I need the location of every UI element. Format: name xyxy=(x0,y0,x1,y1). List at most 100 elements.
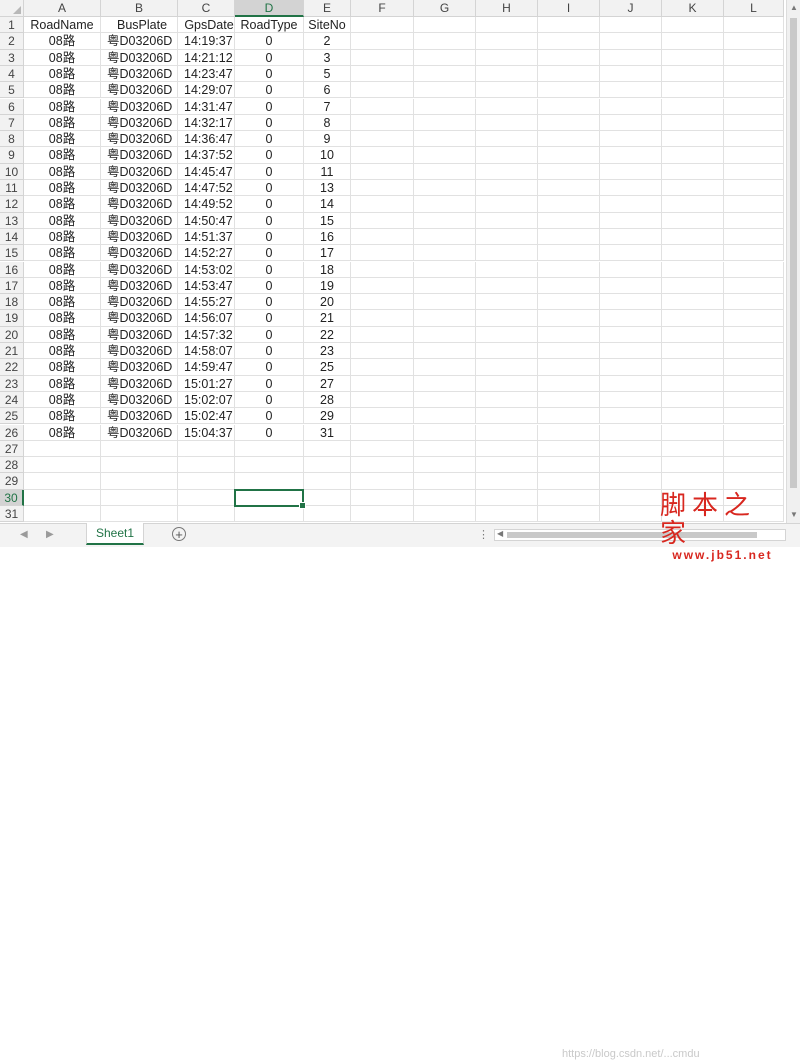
cell-j29[interactable] xyxy=(600,473,662,490)
cell-k26[interactable] xyxy=(662,424,724,441)
cell-a21[interactable]: 08路 xyxy=(24,343,101,360)
cell-g8[interactable] xyxy=(414,131,476,148)
cell-b8[interactable]: 粤D03206D xyxy=(101,131,178,148)
cell-b3[interactable]: 粤D03206D xyxy=(101,49,178,66)
column-header-k[interactable]: K xyxy=(662,0,724,17)
cell-c25[interactable]: 15:02:47 xyxy=(178,408,235,425)
cell-b9[interactable]: 粤D03206D xyxy=(101,147,178,164)
cell-g7[interactable] xyxy=(414,114,476,132)
cell-d27[interactable] xyxy=(235,440,304,458)
row-header-20[interactable]: 20 xyxy=(0,326,24,343)
cell-l14[interactable] xyxy=(724,228,784,246)
cell-k13[interactable] xyxy=(662,212,724,229)
cell-h6[interactable] xyxy=(476,98,538,115)
cell-j31[interactable] xyxy=(600,506,662,523)
header-cell-siteno[interactable]: SiteNo xyxy=(304,17,351,34)
cell-g23[interactable] xyxy=(414,375,476,392)
cell-i5[interactable] xyxy=(538,82,600,99)
cell-l30[interactable] xyxy=(724,489,784,506)
column-header-j[interactable]: J xyxy=(600,0,662,17)
cell-g30[interactable] xyxy=(414,489,476,506)
cell-c19[interactable]: 14:56:07 xyxy=(178,310,235,327)
cell-j25[interactable] xyxy=(600,408,662,425)
cell-j14[interactable] xyxy=(600,228,662,246)
cell-i30[interactable] xyxy=(538,489,600,506)
cell-l12[interactable] xyxy=(724,196,784,213)
cell-i12[interactable] xyxy=(538,196,600,213)
cell-f26[interactable] xyxy=(351,424,414,441)
cell-h25[interactable] xyxy=(476,408,538,425)
cell-a22[interactable]: 08路 xyxy=(24,359,101,376)
row-header-12[interactable]: 12 xyxy=(0,196,24,213)
cell-d12[interactable]: 0 xyxy=(235,196,304,213)
column-header-l[interactable]: L xyxy=(724,0,784,17)
cell-h31[interactable] xyxy=(476,506,538,523)
cell-f5[interactable] xyxy=(351,82,414,99)
cell-a8[interactable]: 08路 xyxy=(24,131,101,148)
cell-d22[interactable]: 0 xyxy=(235,359,304,376)
column-header-b[interactable]: B xyxy=(101,0,178,17)
cell-f1[interactable] xyxy=(351,17,414,34)
cell-g27[interactable] xyxy=(414,440,476,458)
cell-j20[interactable] xyxy=(600,326,662,343)
cell-g21[interactable] xyxy=(414,343,476,360)
cell-j4[interactable] xyxy=(600,65,662,83)
cell-a26[interactable]: 08路 xyxy=(24,424,101,441)
cell-i29[interactable] xyxy=(538,473,600,490)
cell-e13[interactable]: 15 xyxy=(304,212,351,229)
cell-d28[interactable] xyxy=(235,457,304,474)
cell-j10[interactable] xyxy=(600,163,662,180)
row-header-24[interactable]: 24 xyxy=(0,391,24,409)
cell-k7[interactable] xyxy=(662,114,724,132)
cell-h14[interactable] xyxy=(476,228,538,246)
cell-l5[interactable] xyxy=(724,82,784,99)
cell-k23[interactable] xyxy=(662,375,724,392)
cell-k10[interactable] xyxy=(662,163,724,180)
cell-h20[interactable] xyxy=(476,326,538,343)
cell-b22[interactable]: 粤D03206D xyxy=(101,359,178,376)
column-header-d[interactable]: D xyxy=(235,0,304,17)
row-header-1[interactable]: 1 xyxy=(0,17,24,34)
cell-i6[interactable] xyxy=(538,98,600,115)
cell-j2[interactable] xyxy=(600,33,662,50)
cell-k31[interactable] xyxy=(662,506,724,523)
cell-j9[interactable] xyxy=(600,147,662,164)
cell-c5[interactable]: 14:29:07 xyxy=(178,82,235,99)
cell-l17[interactable] xyxy=(724,277,784,295)
cell-j24[interactable] xyxy=(600,391,662,409)
cell-i9[interactable] xyxy=(538,147,600,164)
row-header-22[interactable]: 22 xyxy=(0,359,24,376)
cell-h21[interactable] xyxy=(476,343,538,360)
cell-j17[interactable] xyxy=(600,277,662,295)
cell-d18[interactable]: 0 xyxy=(235,294,304,311)
cell-l24[interactable] xyxy=(724,391,784,409)
cell-d5[interactable]: 0 xyxy=(235,82,304,99)
cell-g25[interactable] xyxy=(414,408,476,425)
cell-d2[interactable]: 0 xyxy=(235,33,304,50)
cell-c21[interactable]: 14:58:07 xyxy=(178,343,235,360)
row-header-14[interactable]: 14 xyxy=(0,228,24,246)
cell-j30[interactable] xyxy=(600,489,662,506)
cell-j7[interactable] xyxy=(600,114,662,132)
cell-g9[interactable] xyxy=(414,147,476,164)
cell-c16[interactable]: 14:53:02 xyxy=(178,261,235,278)
next-sheet-icon[interactable]: ▶ xyxy=(46,529,54,540)
cell-b7[interactable]: 粤D03206D xyxy=(101,114,178,132)
cell-j15[interactable] xyxy=(600,245,662,262)
cell-c30[interactable] xyxy=(178,489,235,506)
cell-d26[interactable]: 0 xyxy=(235,424,304,441)
cell-d14[interactable]: 0 xyxy=(235,228,304,246)
cell-c18[interactable]: 14:55:27 xyxy=(178,294,235,311)
cell-c13[interactable]: 14:50:47 xyxy=(178,212,235,229)
cell-f29[interactable] xyxy=(351,473,414,490)
cell-d31[interactable] xyxy=(235,506,304,523)
column-header-g[interactable]: G xyxy=(414,0,476,17)
cell-l29[interactable] xyxy=(724,473,784,490)
cell-i7[interactable] xyxy=(538,114,600,132)
cell-k12[interactable] xyxy=(662,196,724,213)
cell-e16[interactable]: 18 xyxy=(304,261,351,278)
cell-g15[interactable] xyxy=(414,245,476,262)
cell-g28[interactable] xyxy=(414,457,476,474)
row-header-5[interactable]: 5 xyxy=(0,82,24,99)
cell-f16[interactable] xyxy=(351,261,414,278)
